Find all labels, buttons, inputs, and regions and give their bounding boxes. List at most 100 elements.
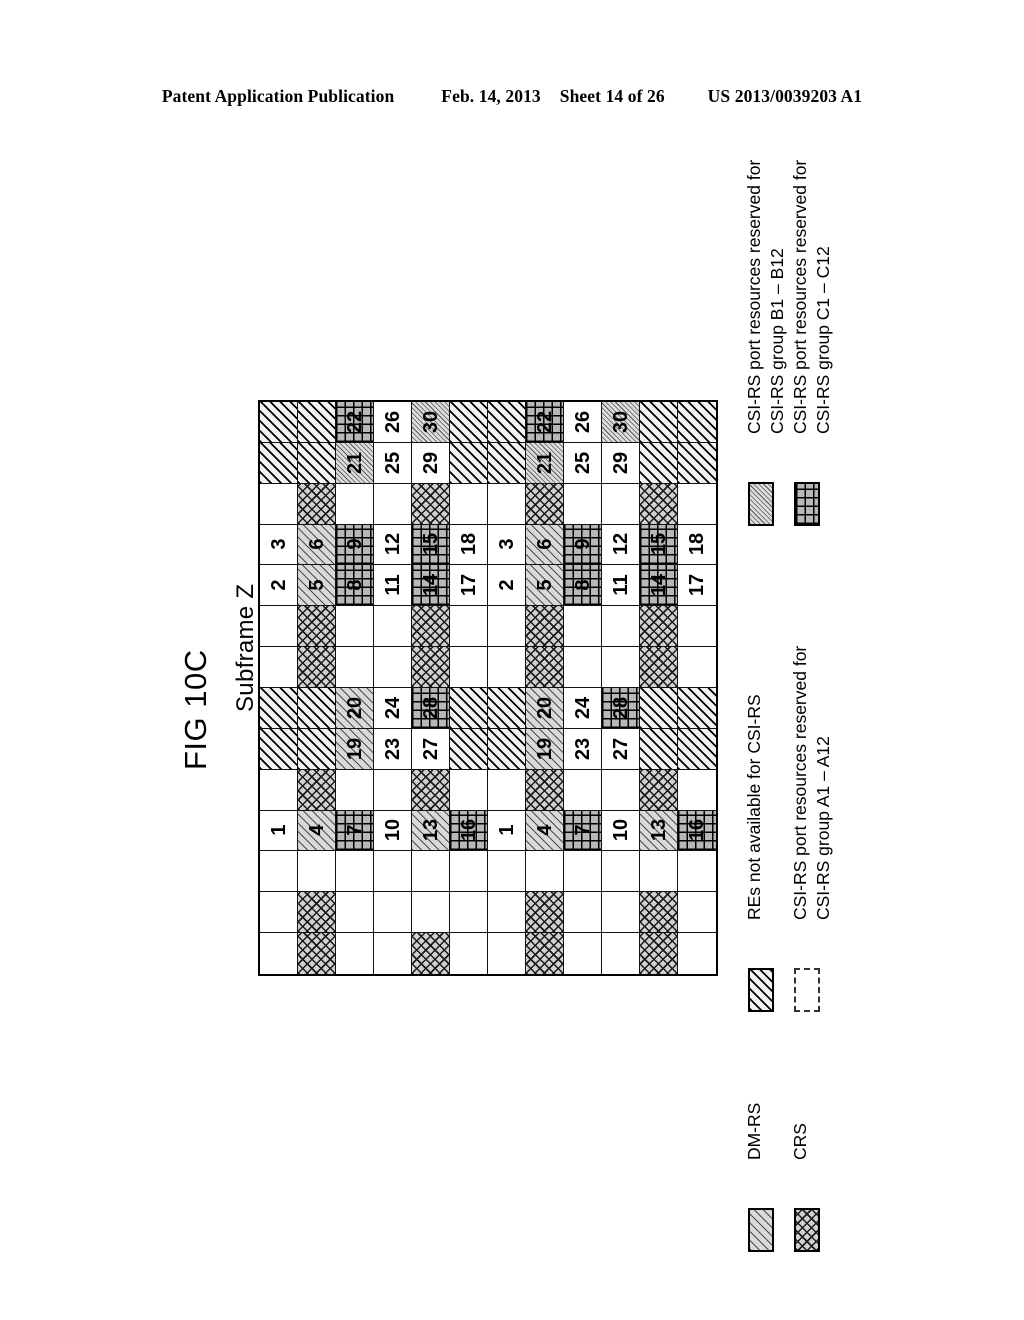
grid-cell-r6-c0 — [260, 647, 298, 688]
grid-cell-r7-c5 — [450, 688, 488, 729]
grid-cell-r1-c1 — [298, 442, 336, 484]
legend-groupc-line2: CSI-RS group C1 – C12 — [812, 246, 833, 434]
grid-cell-r13-c11 — [678, 933, 716, 974]
grid-cell-number: 12 — [381, 533, 404, 556]
grid-cell-r7-c6 — [488, 688, 526, 729]
header-doc-number: US 2013/0039203 A1 — [707, 86, 863, 106]
grid-cell-number: 8 — [343, 579, 366, 591]
grid-cell-number: 21 — [343, 451, 366, 474]
grid-cell-number: 30 — [609, 410, 632, 434]
grid-cell-r12-c2 — [336, 892, 374, 934]
grid-cell-r3-c4: 15 — [412, 524, 450, 566]
grid-cell-r8-c9: 27 — [602, 728, 640, 770]
grid-cell-number: 5 — [533, 579, 556, 591]
grid-cell-r9-c3 — [374, 769, 412, 811]
grid-cell-r9-c9 — [602, 769, 640, 811]
header-date: Feb. 14, 2013 — [441, 86, 541, 106]
groupa-swatch — [794, 968, 820, 1012]
grid-cell-r6-c3 — [374, 647, 412, 688]
grid-cell-r2-c3 — [374, 483, 412, 525]
grid-cell-r6-c8 — [564, 647, 602, 688]
legend-groupa-line2: CSI-RS group A1 – A12 — [812, 736, 833, 920]
crs-swatch — [794, 1208, 820, 1252]
grid-cell-number: 28 — [419, 696, 442, 720]
grid-cell-r9-c8 — [564, 769, 602, 811]
groupc-swatch — [794, 482, 820, 526]
grid-cell-r7-c11 — [678, 688, 716, 729]
grid-cell-number: 14 — [419, 574, 442, 597]
grid-cell-r10-c4: 13 — [412, 810, 450, 852]
grid-cell-r1-c10 — [640, 442, 678, 484]
grid-cell-r12-c11 — [678, 892, 716, 934]
grid-cell-r9-c7 — [526, 769, 564, 811]
legend-na-line1: REs not available for CSI-RS — [744, 694, 764, 920]
grid-cell-r0-c11 — [678, 402, 716, 443]
grid-cell-r10-c10: 13 — [640, 810, 678, 852]
grid-cell-number: 9 — [343, 538, 366, 551]
grid-cell-r4-c6: 2 — [488, 565, 526, 607]
grid-cell-r10-c11: 16 — [678, 810, 716, 852]
grid-cell-r5-c5 — [450, 606, 488, 648]
grid-cell-r12-c5 — [450, 892, 488, 934]
grid-cell-r5-c8 — [564, 606, 602, 648]
legend-dmrs-line1: DM-RS — [744, 1102, 764, 1160]
grid-cell-r2-c9 — [602, 483, 640, 525]
grid-cell-r4-c4: 14 — [412, 565, 450, 607]
grid-cell-r0-c3: 26 — [374, 402, 412, 443]
grid-cell-r12-c0 — [260, 892, 298, 934]
grid-cell-r13-c7 — [526, 933, 564, 974]
legend-groupb-line1: CSI-RS port resources reserved for — [744, 159, 764, 434]
grid-cell-r11-c9 — [602, 851, 640, 893]
header-sheet: Sheet 14 of 26 — [559, 86, 665, 106]
figure-title: FIG 10C — [178, 649, 213, 770]
grid-cell-number: 8 — [571, 579, 594, 591]
legend-dmrs-text: DM-RS — [743, 1103, 766, 1160]
grid-cell-r13-c3 — [374, 933, 412, 974]
grid-cell-r8-c6 — [488, 728, 526, 770]
grid-cell-r4-c1: 5 — [298, 565, 336, 607]
grid-cell-r7-c3: 24 — [374, 688, 412, 729]
grid-cell-r0-c10 — [640, 402, 678, 443]
grid-cell-r4-c5: 17 — [450, 565, 488, 607]
grid-cell-r6-c6 — [488, 647, 526, 688]
grid-cell-number: 1 — [267, 824, 290, 837]
grid-cell-r11-c11 — [678, 851, 716, 893]
grid-cell-r3-c1: 6 — [298, 524, 336, 566]
grid-cell-r8-c5 — [450, 728, 488, 770]
grid-cell-r5-c4 — [412, 606, 450, 648]
grid-cell-number: 2 — [267, 579, 290, 591]
grid-cell-r3-c3: 12 — [374, 524, 412, 566]
grid-cell-r0-c7: 22 — [526, 402, 564, 443]
grid-cell-r12-c3 — [374, 892, 412, 934]
grid-cell-r7-c9: 28 — [602, 688, 640, 729]
grid-cell-number: 19 — [533, 737, 556, 760]
grid-cell-r5-c2 — [336, 606, 374, 648]
grid-cell-r0-c8: 26 — [564, 402, 602, 443]
grid-cell-number: 27 — [419, 737, 442, 760]
grid-cell-r1-c11 — [678, 442, 716, 484]
grid-cell-number: 25 — [381, 451, 404, 474]
grid-cell-r11-c1 — [298, 851, 336, 893]
grid-cell-r0-c0 — [260, 402, 298, 443]
grid-cell-r1-c5 — [450, 442, 488, 484]
grid-cell-r2-c6 — [488, 483, 526, 525]
grid-cell-number: 4 — [305, 824, 328, 837]
grid-cell-r6-c11 — [678, 647, 716, 688]
grid-cell-r9-c5 — [450, 769, 488, 811]
legend-crs-text: CRS — [789, 1123, 812, 1160]
grid-cell-r8-c2: 19 — [336, 728, 374, 770]
grid-cell-r3-c11: 18 — [678, 524, 716, 566]
grid-cell-number: 11 — [381, 574, 404, 596]
grid-cell-r0-c4: 30 — [412, 402, 450, 443]
grid-cell-r5-c9 — [602, 606, 640, 648]
grid-cell-r7-c2: 20 — [336, 688, 374, 729]
dmrs-swatch — [748, 1208, 774, 1252]
grid-cell-number: 7 — [571, 824, 594, 837]
grid-cell-r13-c5 — [450, 933, 488, 974]
grid-cell-r10-c9: 10 — [602, 810, 640, 852]
legend-groupa-line1: CSI-RS port resources reserved for — [790, 645, 810, 920]
grid-cell-r3-c9: 12 — [602, 524, 640, 566]
grid-cell-r4-c0: 2 — [260, 565, 298, 607]
grid-cell-r2-c11 — [678, 483, 716, 525]
grid-cell-r8-c1 — [298, 728, 336, 770]
